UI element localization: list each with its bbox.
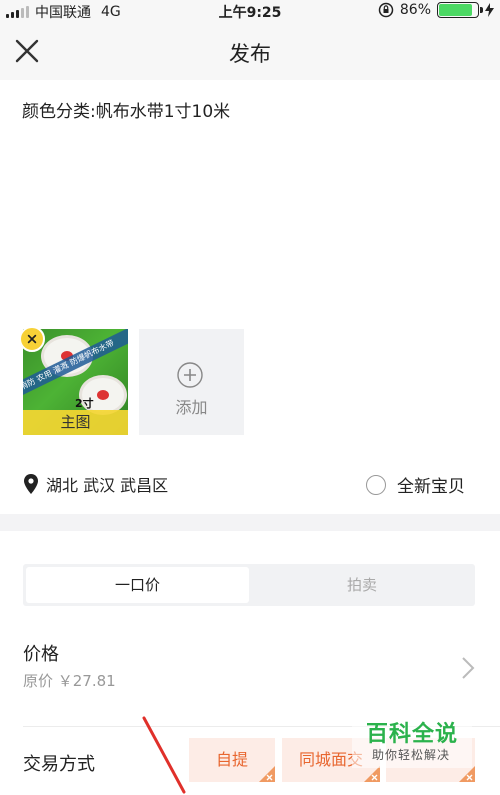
battery-icon — [437, 2, 483, 18]
price-row[interactable]: 价格 原价 ￥27.81 — [0, 630, 500, 705]
watermark-subtitle: 助你轻松解决 — [372, 748, 451, 762]
close-icon — [371, 774, 378, 781]
price-mode-segment: 一口价 拍卖 — [23, 564, 475, 606]
price-label: 价格 — [23, 644, 59, 665]
add-photo-button[interactable]: 添加 — [139, 329, 244, 435]
trade-method-label: 交易方式 — [23, 754, 95, 775]
battery-percent: 86% — [399, 2, 431, 18]
radio-unchecked-icon[interactable] — [366, 474, 386, 495]
close-icon — [266, 774, 273, 781]
tab-auction[interactable]: 拍卖 — [252, 567, 472, 603]
status-bar: 中国联通 4G 上午9:25 86% — [0, 0, 500, 22]
item-description[interactable]: 颜色分类:帆布水带1寸10米 — [22, 97, 230, 122]
main-photo-label: 主图 — [23, 410, 128, 435]
page-title: 发布 — [229, 42, 271, 66]
original-price: 原价 ￥27.81 — [23, 672, 116, 690]
new-item-toggle[interactable]: 全新宝贝 — [366, 472, 465, 497]
section-divider — [0, 514, 500, 531]
charging-icon — [485, 3, 494, 17]
trade-option-label: 自提 — [215, 750, 248, 769]
battery-fill — [439, 4, 472, 16]
plus-circle-icon — [177, 362, 203, 388]
remove-x-icon[interactable] — [19, 326, 45, 352]
watermark-title: 百科全说 — [366, 722, 459, 747]
status-right: 86% — [378, 2, 494, 18]
chevron-right-icon — [462, 657, 475, 679]
tab-fixed-price[interactable]: 一口价 — [26, 567, 249, 603]
watermark: 百科全说 助你轻松解决 — [352, 712, 472, 768]
close-icon — [466, 774, 473, 781]
trade-option-pickup[interactable]: 自提 — [189, 738, 275, 782]
add-photo-label: 添加 — [175, 398, 208, 417]
location-pin-icon — [24, 474, 38, 494]
nav-bar: 发布 — [0, 22, 500, 80]
location-text: 湖北 武汉 武昌区 — [46, 476, 169, 495]
orientation-lock-icon — [378, 2, 394, 18]
photo-size-text: 2寸 — [75, 397, 94, 410]
location-selector[interactable]: 湖北 武汉 武昌区 — [24, 472, 168, 496]
new-item-label: 全新宝贝 — [397, 477, 465, 497]
annotation-arrow — [142, 716, 186, 794]
